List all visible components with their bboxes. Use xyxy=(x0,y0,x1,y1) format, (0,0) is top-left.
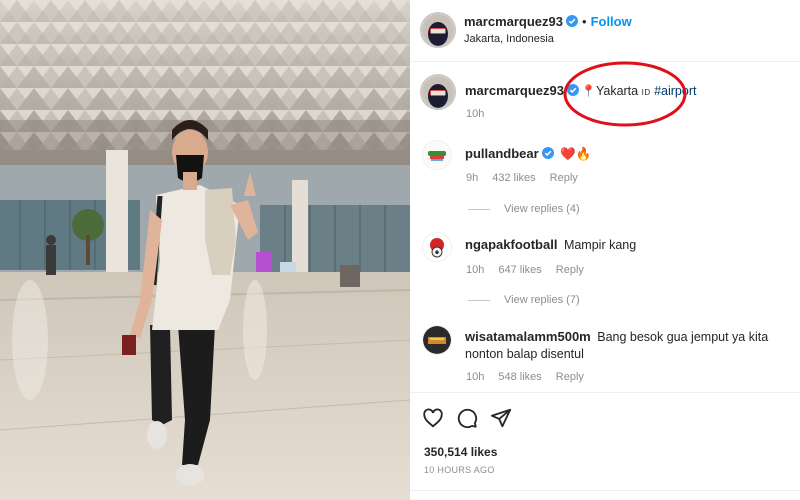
comment-text: wisatamalamm500m Bang besok gua jemput y… xyxy=(465,328,795,363)
view-replies-line xyxy=(468,299,490,301)
reply-button[interactable]: Reply xyxy=(556,371,584,383)
view-replies-button[interactable]: View replies (4) xyxy=(468,203,580,215)
commenter-avatar[interactable] xyxy=(422,232,452,262)
post-photo[interactable] xyxy=(0,0,410,500)
comment-meta: 10h 647 likes Reply xyxy=(466,264,598,276)
commenter-avatar[interactable] xyxy=(422,140,452,170)
view-replies-label: View replies (4) xyxy=(504,203,580,215)
football-logo-icon xyxy=(423,233,451,261)
comment-text: ngapakfootball Mampir kang xyxy=(465,236,636,254)
comment-body: Mampir kang xyxy=(563,238,637,252)
wisata-logo-icon xyxy=(423,326,451,354)
view-replies-button[interactable]: View replies (7) xyxy=(468,294,580,306)
verified-badge-icon xyxy=(541,147,554,159)
avatar-image-icon xyxy=(422,76,454,108)
comment-time[interactable]: 10h xyxy=(466,371,484,383)
caption-time[interactable]: 10h xyxy=(466,108,484,120)
view-replies-label: View replies (7) xyxy=(504,294,580,306)
commenter-username[interactable]: wisatamalamm500m xyxy=(465,329,591,344)
view-replies-line xyxy=(468,208,490,210)
caption-author-avatar[interactable] xyxy=(420,74,456,110)
reply-button[interactable]: Reply xyxy=(556,264,584,276)
heart-outline-icon[interactable] xyxy=(422,407,444,429)
comment-likes[interactable]: 647 likes xyxy=(498,264,541,276)
comment-likes[interactable]: 548 likes xyxy=(498,371,541,383)
commenter-avatar[interactable] xyxy=(422,325,452,355)
reply-button[interactable]: Reply xyxy=(550,172,578,184)
avatar-image-icon xyxy=(422,14,454,46)
post-location[interactable]: Jakarta, Indonesia xyxy=(464,33,554,45)
post-side-panel: marcmarquez93 • Follow Jakarta, Indonesia … xyxy=(410,0,800,500)
caption-username[interactable]: marcmarquez93 xyxy=(465,83,564,98)
airport-photo-illustration xyxy=(0,0,410,500)
comment-likes[interactable]: 432 likes xyxy=(492,172,535,184)
comment-text: pullandbear ❤️🔥 xyxy=(465,145,591,163)
follow-button[interactable]: Follow xyxy=(591,14,632,29)
post-actions: 350,514 likes 10 HOURS AGO xyxy=(410,392,800,500)
commenter-username[interactable]: ngapakfootball xyxy=(465,237,557,252)
author-username[interactable]: marcmarquez93 xyxy=(464,14,563,29)
likes-count[interactable]: 350,514 likes xyxy=(424,445,497,459)
verified-badge-icon xyxy=(566,15,578,27)
author-avatar[interactable] xyxy=(420,12,456,48)
comment-meta: 10h 548 likes Reply xyxy=(466,371,598,383)
add-comment-divider xyxy=(410,490,800,500)
comment-body: ❤️🔥 xyxy=(560,147,592,161)
commenter-username[interactable]: pullandbear xyxy=(465,146,539,161)
send-icon[interactable] xyxy=(490,407,512,429)
pullandbear-logo-icon xyxy=(423,141,451,169)
annotation-ellipse xyxy=(563,61,687,127)
comment-meta: 9h 432 likes Reply xyxy=(466,172,592,184)
separator-dot: • xyxy=(582,14,587,29)
post-timestamp: 10 HOURS AGO xyxy=(424,465,495,475)
comment-time[interactable]: 9h xyxy=(466,172,478,184)
post-header: marcmarquez93 • Follow Jakarta, Indonesia xyxy=(410,0,800,62)
comment-icon[interactable] xyxy=(456,407,478,429)
comment-time[interactable]: 10h xyxy=(466,264,484,276)
